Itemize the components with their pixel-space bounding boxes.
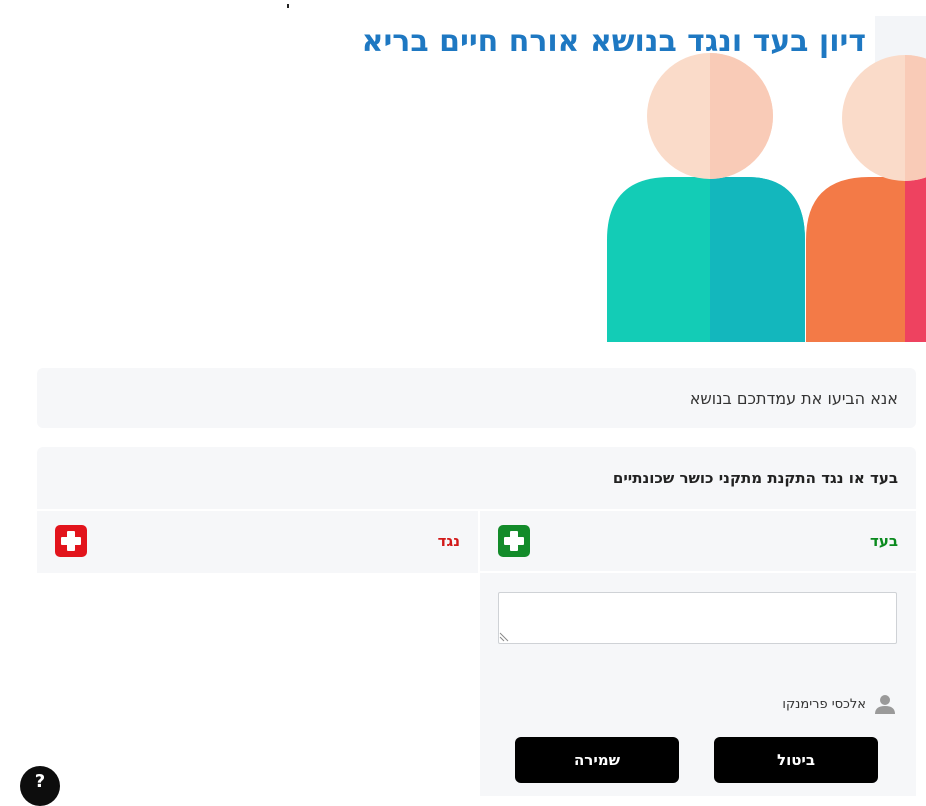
save-button[interactable]: שמירה — [515, 737, 679, 783]
debate-topic-card: בעד או נגד התקנת מתקני כושר שכונתיים בעד… — [37, 447, 916, 796]
person-orange-figure — [806, 55, 926, 342]
person-teal-figure — [607, 53, 805, 342]
con-column-header: נגד — [37, 511, 478, 571]
pro-head-divider — [480, 571, 916, 573]
resize-grip-icon[interactable] — [499, 632, 509, 642]
topic-heading: בעד או נגד התקנת מתקני כושר שכונתיים — [37, 447, 916, 509]
cancel-button[interactable]: ביטול — [714, 737, 878, 783]
help-icon: ? — [34, 770, 46, 792]
user-icon — [875, 695, 895, 714]
plus-icon — [504, 531, 524, 551]
plus-icon — [61, 531, 81, 551]
con-label: נגד — [437, 532, 460, 550]
author-name: אלכסי פרימנקו — [782, 696, 866, 712]
add-pro-button[interactable] — [498, 525, 530, 557]
author-info: אלכסי פרימנקו — [782, 693, 896, 715]
argument-textarea[interactable] — [498, 592, 897, 644]
pro-column-header: בעד — [480, 511, 916, 571]
pro-label: בעד — [870, 532, 898, 550]
instruction-box: אנא הביעו את עמדתכם בנושא — [37, 368, 916, 428]
topic-heading-text: בעד או נגד התקנת מתקני כושר שכונתיים — [612, 469, 898, 487]
help-button[interactable]: ? — [20, 766, 60, 806]
con-column-body — [37, 573, 478, 796]
add-con-button[interactable] — [55, 525, 87, 557]
page-title: דיון בעד ונגד בנושא אורח חיים בריא — [361, 24, 866, 59]
instruction-text: אנא הביעו את עמדתכם בנושא — [689, 388, 898, 408]
